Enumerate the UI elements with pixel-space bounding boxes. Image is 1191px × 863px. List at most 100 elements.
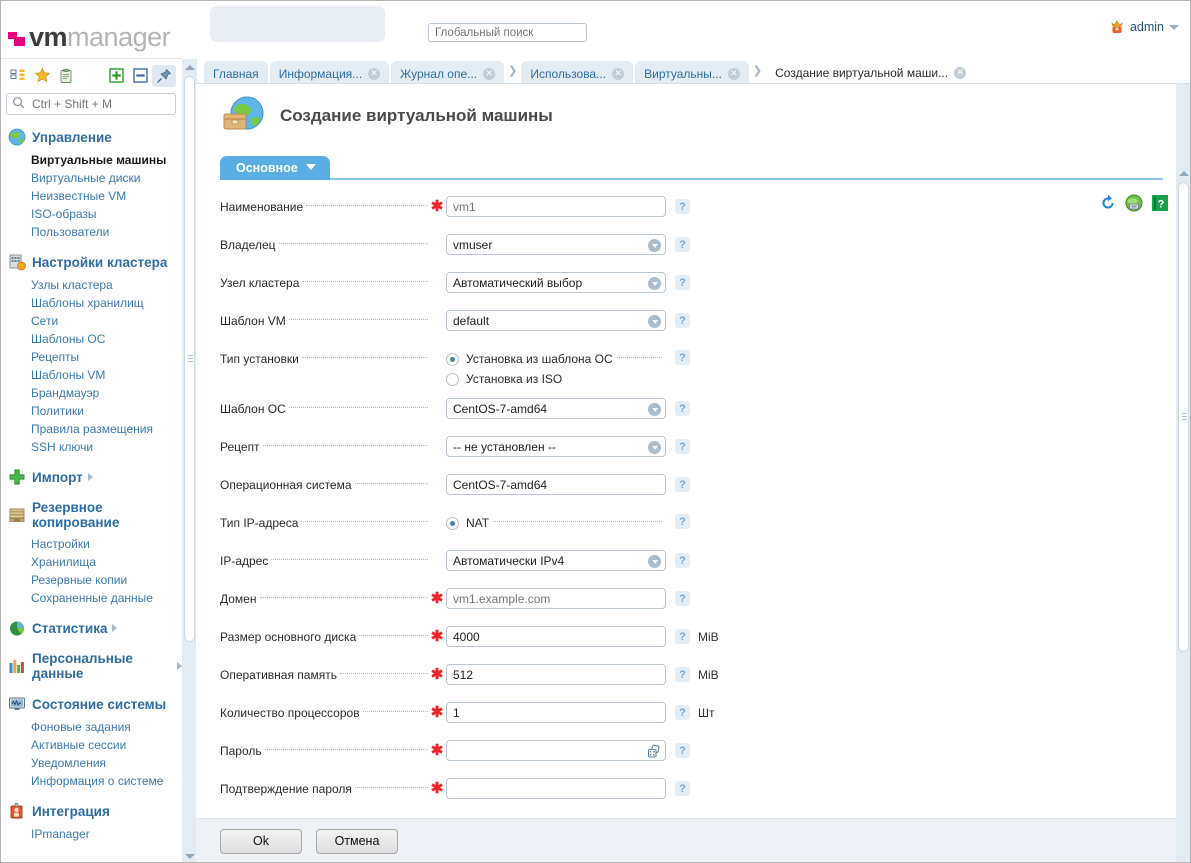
text-input[interactable] [446,778,666,799]
help-icon[interactable]: ? [675,781,690,796]
sidebar-item[interactable]: Узлы кластера [0,276,182,294]
sidebar-item[interactable]: Сохраненные данные [0,589,182,607]
sidebar-item[interactable]: Пользователи [0,223,182,241]
vnc-console-icon[interactable] [1125,194,1143,212]
sidebar-item[interactable]: Шаблоны хранилищ [0,294,182,312]
radio-button[interactable] [446,516,459,530]
sidebar-group-header[interactable]: Настройки кластера [0,251,182,273]
select-dropdown[interactable]: Автоматический выбор [446,272,666,293]
global-search-input[interactable] [428,23,587,42]
help-icon[interactable]: ? [675,237,690,252]
chevron-down-icon[interactable] [648,315,661,328]
help-icon[interactable]: ? [675,667,690,682]
sidebar-item[interactable]: Резервные копии [0,571,182,589]
help-icon[interactable]: ? [675,439,690,454]
ok-button[interactable]: Ok [220,828,302,854]
radio-option[interactable]: Установка из ISO [446,370,666,388]
scroll-down-button[interactable] [182,849,197,863]
favorites-star-icon[interactable] [30,65,54,87]
help-icon[interactable]: ? [675,514,690,529]
select-dropdown[interactable]: Автоматически IPv4 [446,550,666,571]
radio-option[interactable]: Установка из шаблона ОС [446,350,666,368]
sidebar-item[interactable]: Активные сессии [0,736,182,754]
help-icon[interactable]: ? [675,591,690,606]
radio-option[interactable]: NAT [446,514,666,532]
sidebar-item[interactable]: Рецепты [0,348,182,366]
sidebar-item[interactable]: Хранилища [0,553,182,571]
refresh-icon[interactable] [1099,194,1117,212]
sidebar-group-header[interactable]: Статистика [0,617,182,639]
sidebar-scrollbar[interactable] [182,59,197,863]
help-icon[interactable]: ? [675,199,690,214]
sidebar-item[interactable]: Брандмауэр [0,384,182,402]
help-icon[interactable]: ? [675,553,690,568]
expand-all-icon[interactable] [104,65,128,87]
generate-password-dice-icon[interactable] [647,744,661,758]
help-icon[interactable]: ? [675,275,690,290]
vmmanager-logo[interactable]: vmmanager [8,22,171,53]
help-icon[interactable]: ? [675,350,690,365]
clipboard-icon[interactable] [54,65,78,87]
help-icon[interactable]: ? [675,313,690,328]
help-icon[interactable]: ? [675,477,690,492]
sidebar-item[interactable]: Сети [0,312,182,330]
pin-icon[interactable] [152,64,176,87]
select-dropdown[interactable]: default [446,310,666,331]
password-input[interactable] [446,740,666,761]
sidebar-item[interactable]: Настройки [0,535,182,553]
help-book-icon[interactable]: ? [1151,194,1169,212]
select-dropdown[interactable]: CentOS-7-amd64 [446,398,666,419]
sidebar-item[interactable]: Политики [0,402,182,420]
content-scroll-thumb[interactable] [1178,182,1189,652]
chevron-down-icon[interactable] [648,239,661,252]
user-menu[interactable]: admin [1109,16,1179,38]
tab-item[interactable]: Создание виртуальной маши... ✕ [766,59,976,86]
help-icon[interactable]: ? [675,401,690,416]
sidebar-group-header[interactable]: Интеграция [0,800,182,822]
help-icon[interactable]: ? [675,743,690,758]
sidebar-item[interactable]: Виртуальные диски [0,169,182,187]
help-icon[interactable]: ? [675,629,690,644]
sidebar-group-header[interactable]: Резервное копирование [0,498,182,532]
radio-button[interactable] [446,372,459,386]
text-input[interactable] [446,588,666,609]
section-tab[interactable]: Основное [220,156,330,180]
sidebar-item[interactable]: Фоновые задания [0,718,182,736]
cancel-button[interactable]: Отмена [316,828,398,854]
text-input[interactable] [446,664,666,685]
content-scroll-up-button[interactable] [1176,166,1191,180]
sidebar-item[interactable]: ISO-образы [0,205,182,223]
sidebar-group-header[interactable]: Управление [0,126,182,148]
text-input[interactable] [446,474,666,495]
scroll-up-button[interactable] [182,60,197,74]
tab-close-icon[interactable]: ✕ [612,67,625,80]
sidebar-item[interactable]: Правила размещения [0,420,182,438]
content-scrollbar[interactable] [1176,84,1191,863]
chevron-down-icon[interactable] [648,277,661,290]
tab-close-icon[interactable]: ✕ [483,67,496,80]
text-input[interactable] [446,196,666,217]
chevron-down-icon[interactable] [648,403,661,416]
sidebar-item[interactable]: SSH ключи [0,438,182,456]
sidebar-scroll-thumb[interactable] [184,76,195,642]
tab-close-icon[interactable]: ✕ [727,67,740,80]
sidebar-group-header[interactable]: Состояние системы [0,693,182,715]
sidebar-item[interactable]: Шаблоны ОС [0,330,182,348]
select-dropdown[interactable]: -- не установлен -- [446,436,666,457]
sidebar-item[interactable]: Информация о системе [0,772,182,790]
chevron-down-icon[interactable] [648,555,661,568]
text-input[interactable] [446,626,666,647]
sidebar-search-input[interactable] [30,96,164,112]
collapse-all-icon[interactable] [128,65,152,87]
sidebar-item[interactable]: Шаблоны VM [0,366,182,384]
tree-view-icon[interactable] [6,65,30,87]
sidebar-item[interactable]: IPmanager [0,825,182,843]
chevron-down-icon[interactable] [648,441,661,454]
tab-close-icon[interactable]: ✕ [954,66,967,79]
radio-button[interactable] [446,352,459,366]
sidebar-item[interactable]: Неизвестные VM [0,187,182,205]
text-input[interactable] [446,702,666,723]
sidebar-item[interactable]: Виртуальные машины [0,151,182,169]
sidebar-item[interactable]: Уведомления [0,754,182,772]
sidebar-group-header[interactable]: Персональные данные [0,649,182,683]
